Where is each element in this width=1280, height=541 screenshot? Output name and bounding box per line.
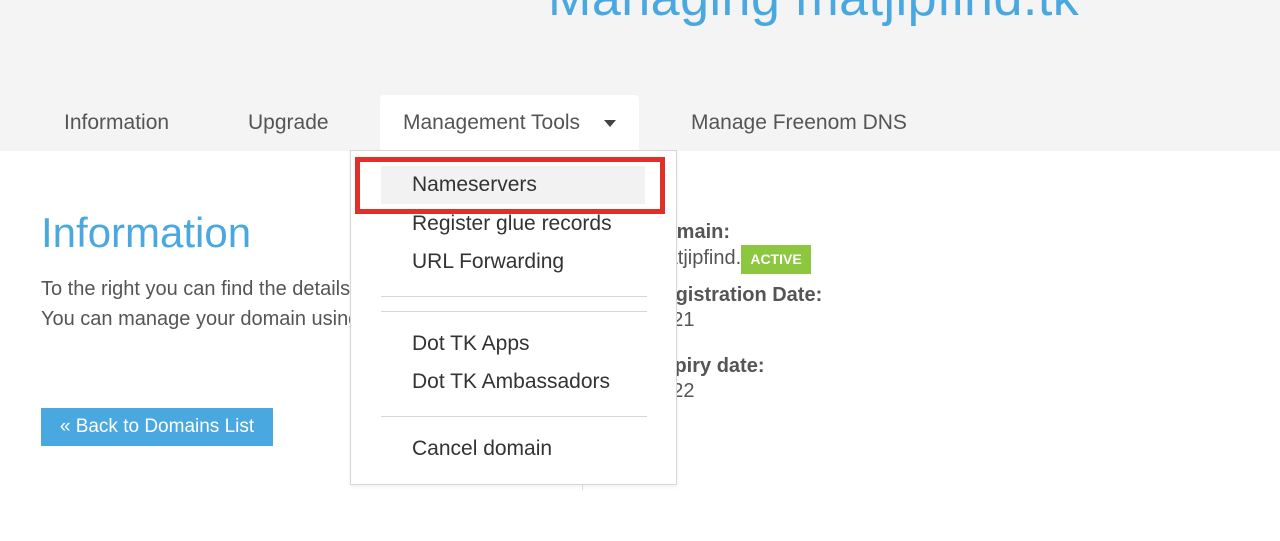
tab-bar: Information Upgrade Management Tools Man… bbox=[0, 95, 1280, 151]
menu-item-cancel-domain[interactable]: Cancel domain bbox=[381, 430, 645, 468]
page: Managing matjipfind.tk Information Upgra… bbox=[0, 0, 1280, 541]
tab-management-tools[interactable]: Management Tools bbox=[380, 95, 639, 151]
menu-divider bbox=[381, 311, 647, 312]
menu-item-dot-tk-apps[interactable]: Dot TK Apps bbox=[381, 325, 645, 363]
description-line-2: You can manage your domain using bbox=[41, 308, 360, 330]
tab-management-tools-label: Management Tools bbox=[403, 111, 581, 134]
menu-divider bbox=[381, 296, 647, 297]
highlight-annotation-box bbox=[355, 157, 665, 214]
tab-manage-freenom-dns[interactable]: Manage Freenom DNS bbox=[691, 95, 907, 151]
back-to-domains-button[interactable]: « Back to Domains List bbox=[41, 408, 273, 446]
menu-divider bbox=[381, 416, 647, 417]
tab-upgrade[interactable]: Upgrade bbox=[248, 95, 329, 151]
tab-information[interactable]: Information bbox=[64, 95, 169, 151]
menu-item-url-forwarding[interactable]: URL Forwarding bbox=[381, 243, 645, 281]
caret-down-icon bbox=[604, 120, 616, 127]
section-title: Information bbox=[41, 209, 252, 256]
description-line-1: To the right you can find the details bbox=[41, 278, 351, 300]
status-badge: ACTIVE bbox=[741, 245, 811, 274]
page-title: Managing matjipfind.tk bbox=[548, 0, 1079, 28]
menu-item-dot-tk-ambassadors[interactable]: Dot TK Ambassadors bbox=[381, 363, 645, 401]
